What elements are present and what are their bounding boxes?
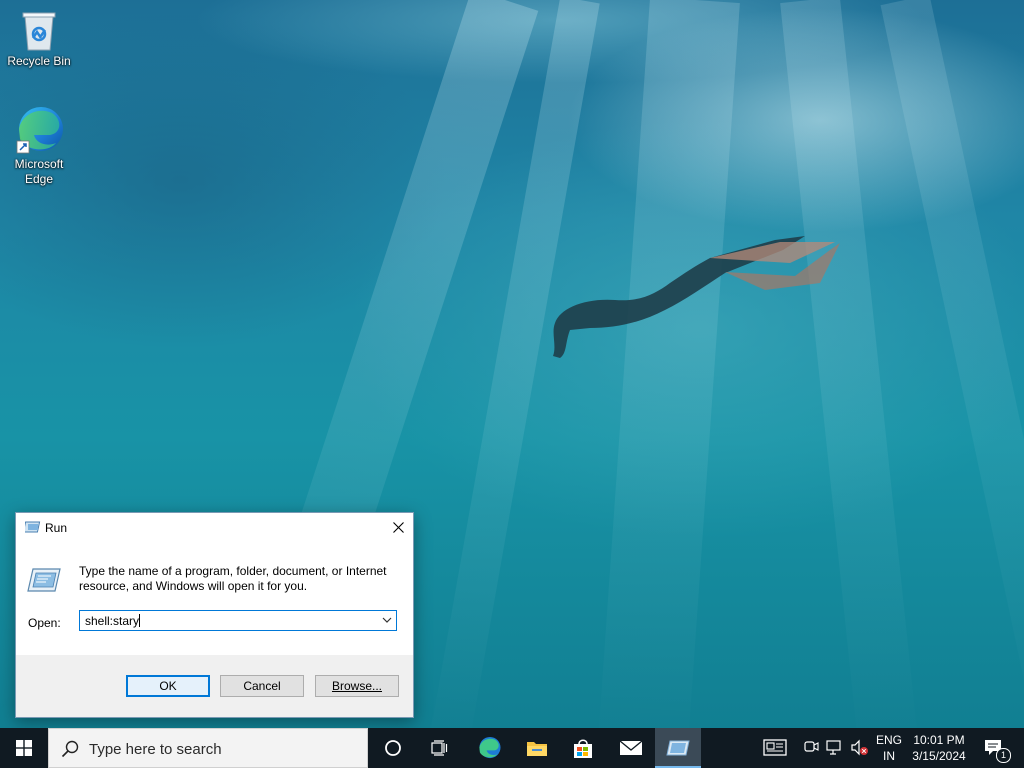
- ok-button[interactable]: OK: [126, 675, 210, 697]
- action-center-button[interactable]: 1: [978, 728, 1014, 768]
- desktop-icon-recycle-bin[interactable]: Recycle Bin: [1, 8, 77, 69]
- run-icon: [25, 521, 41, 533]
- search-icon: [61, 740, 79, 758]
- wallpaper-swimmer: [553, 236, 840, 358]
- run-titlebar[interactable]: Run: [16, 513, 413, 542]
- recycle-bin-label: Recycle Bin: [7, 54, 71, 68]
- search-placeholder: Type here to search: [89, 741, 222, 758]
- desktop-icon-microsoft-edge[interactable]: Microsoft Edge: [1, 105, 77, 187]
- notification-count-badge: 1: [996, 748, 1011, 763]
- taskbar-edge-button[interactable]: [466, 728, 512, 768]
- chevron-down-icon[interactable]: [382, 616, 392, 624]
- run-dialog: Run Type the name of a program, folder, …: [15, 512, 414, 718]
- volume-muted-icon[interactable]: [850, 738, 870, 758]
- taskbar-store-button[interactable]: [560, 728, 606, 768]
- mail-icon: [619, 740, 643, 755]
- cortana-circle-icon: [385, 740, 401, 756]
- taskbar-search-box[interactable]: Type here to search: [48, 728, 368, 768]
- taskbar-run-button[interactable]: [655, 728, 701, 768]
- edge-label: Microsoft Edge: [14, 157, 64, 186]
- windows-logo-icon: [16, 740, 32, 756]
- open-label: Open:: [28, 616, 61, 630]
- task-view-button[interactable]: [417, 728, 463, 768]
- input-language-indicator[interactable]: ENG IN: [872, 732, 906, 764]
- open-input[interactable]: shell:stary: [85, 614, 141, 628]
- taskbar-mail-button[interactable]: [608, 728, 654, 768]
- run-title: Run: [45, 521, 68, 535]
- edge-icon: [479, 736, 501, 759]
- run-icon: [666, 740, 690, 756]
- clock[interactable]: 10:01 PM 3/15/2024: [908, 732, 970, 764]
- language-code: ENG: [875, 733, 902, 747]
- run-program-icon: [27, 568, 61, 592]
- start-button[interactable]: [0, 728, 48, 768]
- taskbar-file-explorer-button[interactable]: [514, 728, 560, 768]
- meet-now-icon[interactable]: [803, 738, 819, 758]
- close-icon: [392, 522, 404, 533]
- taskbar: Type here to search ENG IN 10:01 PM 3/15…: [0, 728, 1024, 768]
- edge-icon: [16, 107, 63, 154]
- clock-date: 3/15/2024: [912, 749, 966, 763]
- close-button[interactable]: [383, 513, 413, 542]
- cancel-button[interactable]: Cancel: [220, 675, 304, 697]
- network-icon[interactable]: [826, 738, 844, 758]
- news-and-interests-icon[interactable]: [763, 738, 787, 758]
- open-combobox[interactable]: shell:stary: [79, 610, 397, 631]
- run-description: Type the name of a program, folder, docu…: [79, 564, 387, 593]
- region-code: IN: [883, 749, 895, 763]
- task-view-icon: [431, 740, 448, 756]
- browse-button[interactable]: Browse...: [315, 675, 399, 697]
- store-icon: [574, 739, 592, 758]
- cortana-button[interactable]: [370, 728, 416, 768]
- recycle-bin-icon: [22, 12, 56, 51]
- folder-icon: [527, 742, 547, 756]
- run-body: Type the name of a program, folder, docu…: [16, 542, 413, 655]
- clock-time: 10:01 PM: [913, 733, 965, 747]
